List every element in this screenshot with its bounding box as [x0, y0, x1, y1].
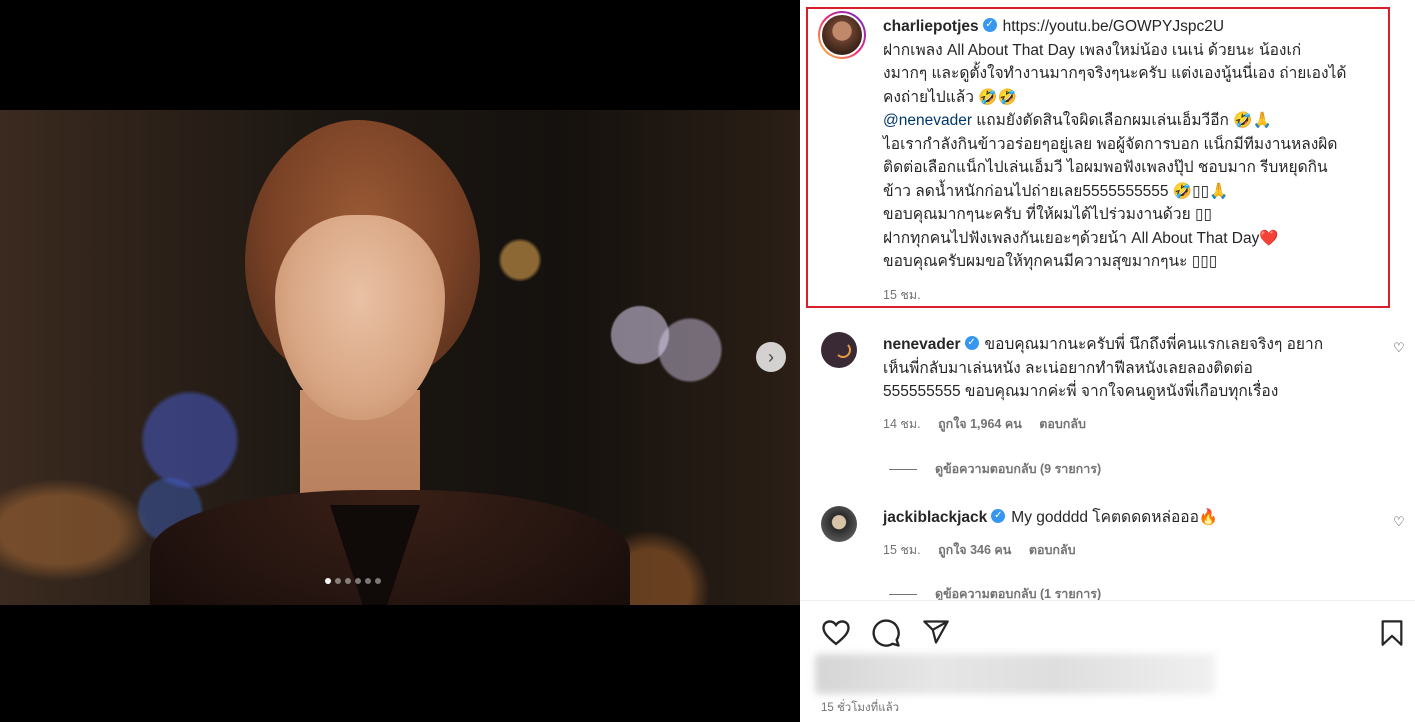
carousel-dot — [365, 578, 371, 584]
carousel-dot-active — [325, 578, 331, 584]
post-time-ago: 15 ชั่วโมงที่แล้ว — [821, 702, 900, 714]
post-photo — [0, 110, 800, 605]
comment-likes[interactable]: ถูกใจ 1,964 คน — [938, 417, 1022, 431]
bookmark-icon[interactable] — [1378, 618, 1406, 648]
reply-button[interactable]: ตอบกลับ — [1039, 417, 1086, 431]
comment-like-heart-icon[interactable]: ♡ — [1393, 340, 1405, 356]
comment-time: 15 ชม. — [883, 543, 921, 557]
comment-time: 14 ชม. — [883, 417, 921, 431]
carousel-dot — [375, 578, 381, 584]
comment-text: 555555555 ขอบคุณมากค่ะพี่ จากใจคนดูหนังพ… — [883, 383, 1279, 400]
verified-icon: ✓ — [964, 335, 979, 350]
reply-button[interactable]: ตอบกลับ — [1029, 543, 1076, 557]
comment-text: เห็นพี่กลับมาเล่นหนัง ละเน่อยากทำฟีลหนัง… — [883, 359, 1253, 377]
commenter-avatar[interactable] — [821, 506, 857, 542]
divider — [889, 593, 917, 595]
comment-meta: 15 ชม. ถูกใจ 346 คน ตอบกลับ — [883, 540, 1090, 560]
comment-like-heart-icon[interactable]: ♡ — [1393, 514, 1405, 530]
comment-likes[interactable]: ถูกใจ 346 คน — [938, 543, 1011, 557]
likes-summary-blurred — [815, 654, 1215, 694]
comment-username[interactable]: nenevader — [883, 336, 961, 353]
chevron-right-icon: › — [768, 346, 774, 367]
carousel-dot — [345, 578, 351, 584]
view-replies-button[interactable]: ดูข้อความตอบกลับ (9 รายการ) — [889, 459, 1101, 479]
next-slide-button[interactable]: › — [756, 342, 786, 372]
comment: nenevader ✓ ขอบคุณมากนะครับพี่ นึกถึงพี่คน… — [883, 333, 1363, 404]
comment-meta: 14 ชม. ถูกใจ 1,964 คน ตอบกลับ — [883, 414, 1100, 434]
heart-icon[interactable] — [821, 618, 851, 646]
comment-text: ขอบคุณมากนะครับพี่ นึกถึงพี่คนแรกเลยจริง… — [984, 336, 1324, 353]
comment-icon[interactable] — [871, 618, 901, 648]
carousel-dot — [335, 578, 341, 584]
comment: jackiblackjack ✓ My godddd โคตดดดหล่อออ🔥 — [883, 506, 1363, 530]
post-media: › — [0, 0, 800, 722]
divider — [889, 468, 917, 470]
commenter-avatar[interactable] — [821, 332, 857, 368]
view-replies-label: ดูข้อความตอบกลับ (9 รายการ) — [935, 462, 1102, 476]
moon-icon — [835, 342, 851, 358]
carousel-dot — [355, 578, 361, 584]
share-icon[interactable] — [921, 618, 951, 646]
highlight-box — [806, 7, 1390, 308]
comment-username[interactable]: jackiblackjack — [883, 509, 987, 526]
comment-text: My godddd โคตดดดหล่อออ🔥 — [1011, 509, 1219, 526]
verified-icon: ✓ — [991, 508, 1006, 523]
carousel-dots — [325, 578, 381, 584]
